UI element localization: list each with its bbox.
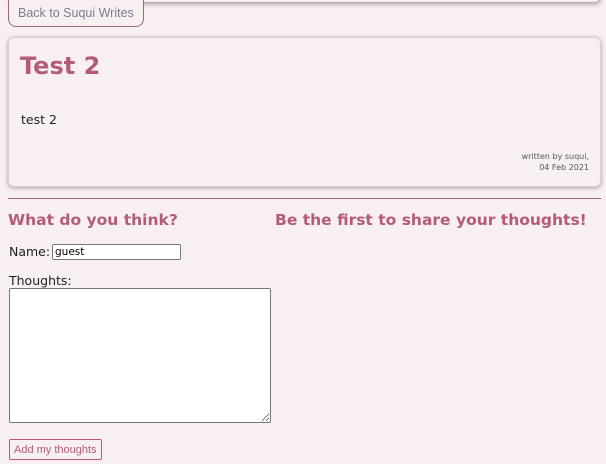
back-to-blog-button[interactable]: Back to Suqui Writes <box>8 0 144 27</box>
post-card: Test 2 test 2 written by suqui, 04 Feb 2… <box>8 37 601 187</box>
add-thoughts-button[interactable]: Add my thoughts <box>9 439 102 460</box>
name-input[interactable] <box>52 244 181 260</box>
comments-empty-heading: Be the first to share your thoughts! <box>275 211 587 229</box>
post-date: 04 Feb 2021 <box>539 163 589 172</box>
post-author: written by suqui, <box>521 152 589 161</box>
post-body: test 2 <box>21 112 57 127</box>
section-divider <box>8 198 601 199</box>
thoughts-textarea[interactable] <box>9 288 271 423</box>
name-label: Name: <box>9 244 51 259</box>
page: Back to Suqui Writes Test 2 test 2 writt… <box>0 0 606 464</box>
post-meta: written by suqui, 04 Feb 2021 <box>522 151 589 173</box>
post-title: Test 2 <box>20 52 101 80</box>
thoughts-label: Thoughts: <box>9 273 72 288</box>
comment-form-heading: What do you think? <box>8 211 178 229</box>
